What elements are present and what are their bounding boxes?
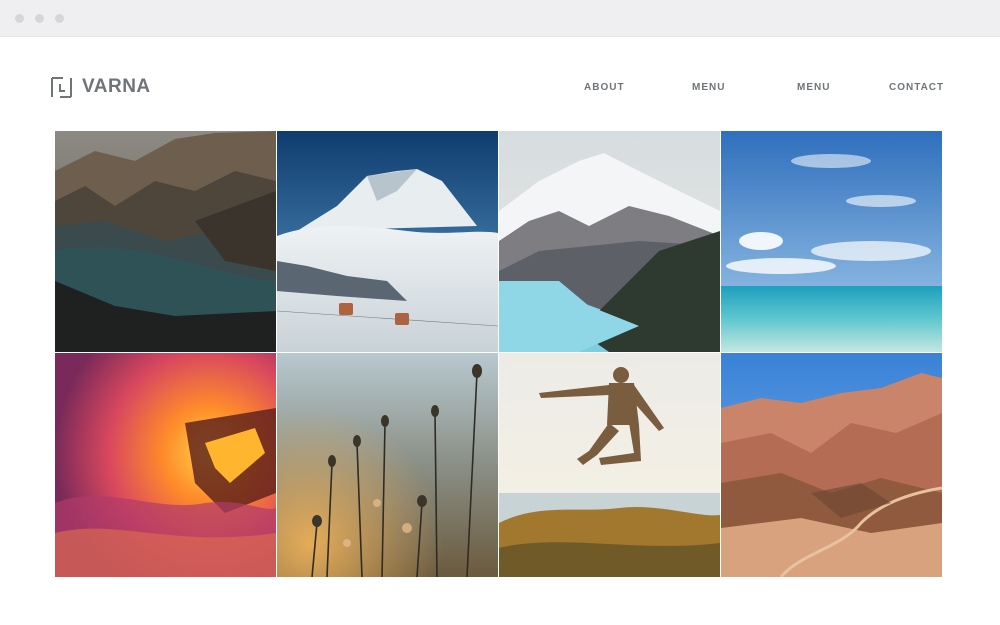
wildflowers-sunset-photo bbox=[277, 353, 498, 577]
photo-gallery bbox=[55, 131, 942, 577]
lava-ocean-photo bbox=[55, 353, 276, 577]
jumping-man-photo bbox=[499, 353, 720, 577]
main-nav: ABOUT MENU MENU CONTACT bbox=[0, 81, 1000, 95]
window-dot-icon[interactable] bbox=[15, 14, 24, 23]
gallery-item[interactable] bbox=[55, 353, 276, 577]
nav-menu-1[interactable]: MENU bbox=[692, 81, 725, 95]
snowy-peak-clouds-photo bbox=[277, 131, 498, 352]
nav-contact[interactable]: CONTACT bbox=[889, 81, 944, 95]
browser-chrome bbox=[0, 0, 1000, 37]
gallery-item[interactable] bbox=[277, 353, 498, 577]
nav-about[interactable]: ABOUT bbox=[584, 81, 625, 95]
window-dot-icon[interactable] bbox=[55, 14, 64, 23]
gallery-item[interactable] bbox=[277, 131, 498, 352]
gallery-item[interactable] bbox=[721, 131, 942, 352]
gallery-item[interactable] bbox=[499, 353, 720, 577]
window-dot-icon[interactable] bbox=[35, 14, 44, 23]
desert-hills-photo bbox=[721, 353, 942, 577]
glacier-lake-photo bbox=[499, 131, 720, 352]
nav-menu-2[interactable]: MENU bbox=[797, 81, 830, 95]
mountain-lake-photo bbox=[55, 131, 276, 352]
gallery-item[interactable] bbox=[55, 131, 276, 352]
gallery-item[interactable] bbox=[499, 131, 720, 352]
tropical-beach-photo bbox=[721, 131, 942, 352]
gallery-item[interactable] bbox=[721, 353, 942, 577]
